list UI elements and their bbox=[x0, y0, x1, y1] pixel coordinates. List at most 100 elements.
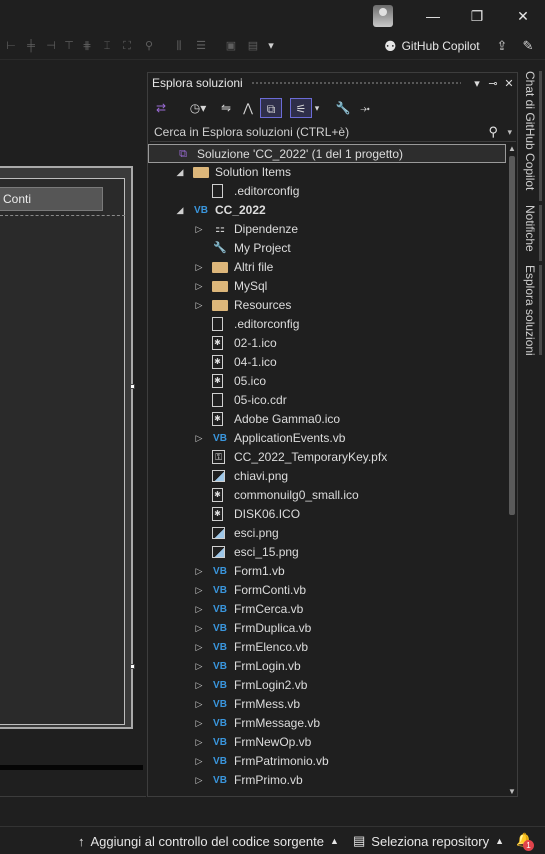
tree-item[interactable]: ▷ VB FrmNewOp.vb bbox=[148, 733, 506, 752]
tree-item[interactable]: 05-ico.cdr bbox=[148, 391, 506, 410]
tree-item[interactable]: ✱ commonuilg0_small.ico bbox=[148, 486, 506, 505]
tree-item[interactable]: ✱ 05.ico bbox=[148, 372, 506, 391]
collapsed-arrow-icon[interactable]: ▷ bbox=[194, 562, 204, 581]
spacing-horizontal-icon[interactable]: ⫼ bbox=[172, 39, 186, 53]
tree-item[interactable]: ▷ Resources bbox=[148, 296, 506, 315]
collapsed-arrow-icon[interactable]: ▷ bbox=[194, 714, 204, 733]
tree-item[interactable]: ▷ VB FrmDuplica.vb bbox=[148, 619, 506, 638]
search-input[interactable]: Cerca in Esplora soluzioni (CTRL+è) bbox=[154, 125, 349, 139]
add-to-source-control-button[interactable]: ↑ Aggiungi al controllo del codice sorge… bbox=[78, 833, 339, 849]
tab-notifiche[interactable]: Notifiche bbox=[523, 205, 537, 252]
switch-views-icon[interactable]: ⇄ bbox=[152, 98, 170, 118]
scroll-down-icon[interactable]: ▼ bbox=[507, 787, 517, 796]
editor-scrollbar-track[interactable] bbox=[0, 765, 143, 770]
tree-item[interactable]: ▷ ⚏ Dipendenze bbox=[148, 220, 506, 239]
pin-icon[interactable]: ⊸ bbox=[485, 77, 501, 90]
tree-item[interactable]: ▷ MySql bbox=[148, 277, 506, 296]
feedback-icon[interactable]: ✎ bbox=[520, 38, 536, 54]
tree-item[interactable]: ▷ VB ApplicationEvents.vb bbox=[148, 429, 506, 448]
form-surface[interactable]: Conti bbox=[0, 178, 125, 725]
tree-item[interactable]: .editorconfig bbox=[148, 315, 506, 334]
search-options-icon[interactable]: ▾ bbox=[507, 122, 512, 142]
bring-to-front-icon[interactable]: ▣ bbox=[224, 39, 238, 53]
collapsed-arrow-icon[interactable]: ▷ bbox=[194, 258, 204, 277]
tree-item[interactable]: .editorconfig bbox=[148, 182, 506, 201]
show-all-files-icon[interactable]: ⧉ bbox=[260, 98, 282, 118]
collapsed-arrow-icon[interactable]: ▷ bbox=[194, 600, 204, 619]
collapsed-arrow-icon[interactable]: ▷ bbox=[194, 676, 204, 695]
tree-item[interactable]: ▷ VB FrmLogin.vb bbox=[148, 657, 506, 676]
collapse-all-icon[interactable]: ⋀ bbox=[240, 98, 256, 118]
align-right-icon[interactable]: ⊣ bbox=[44, 39, 58, 53]
scrollbar-thumb[interactable] bbox=[509, 156, 515, 515]
tree-item[interactable]: 🔧 My Project bbox=[148, 239, 506, 258]
account-avatar[interactable] bbox=[373, 5, 393, 27]
tree-item[interactable]: ▷ VB FrmLogin2.vb bbox=[148, 676, 506, 695]
tab-github-copilot-chat[interactable]: Chat di GitHub Copilot bbox=[523, 71, 537, 190]
drag-grip[interactable] bbox=[250, 80, 461, 86]
tree-item[interactable]: ▷ VB FrmPatrimonio.vb bbox=[148, 752, 506, 771]
tree-item[interactable]: ◢ Solution Items bbox=[148, 163, 506, 182]
form-designer-window[interactable]: Conti bbox=[0, 166, 133, 729]
zoom-icon[interactable]: ⚲ bbox=[142, 39, 156, 53]
collapsed-arrow-icon[interactable]: ▷ bbox=[194, 581, 204, 600]
collapsed-arrow-icon[interactable]: ▷ bbox=[194, 733, 204, 752]
tree-item[interactable]: ⧉ Soluzione 'CC_2022' (1 del 1 progetto) bbox=[148, 144, 506, 163]
scroll-up-icon[interactable]: ▲ bbox=[507, 144, 517, 153]
tree-item[interactable]: ▷ VB FrmCerca.vb bbox=[148, 600, 506, 619]
github-copilot-button[interactable]: ⚉ GitHub Copilot bbox=[384, 37, 480, 55]
filter-icon[interactable]: ⚟ bbox=[290, 98, 312, 118]
align-middle-icon[interactable]: ⋕ bbox=[80, 39, 94, 53]
tree-item[interactable]: ✱ Adobe Gamma0.ico bbox=[148, 410, 506, 429]
align-left-icon[interactable]: ⊢ bbox=[4, 39, 18, 53]
tree-item[interactable]: esci_15.png bbox=[148, 543, 506, 562]
collapsed-arrow-icon[interactable]: ▷ bbox=[194, 619, 204, 638]
sync-with-document-icon[interactable]: ⇋ bbox=[218, 98, 234, 118]
window-options-icon[interactable]: ▾ bbox=[469, 77, 485, 90]
tree-item[interactable]: ⚿ CC_2022_TemporaryKey.pfx bbox=[148, 448, 506, 467]
tree-scrollbar[interactable]: ▲ ▼ bbox=[507, 144, 517, 796]
toolbar-overflow-icon[interactable]: ▾ bbox=[264, 39, 278, 53]
pending-changes-icon[interactable]: ◷▾ bbox=[184, 98, 212, 118]
solution-explorer-search[interactable]: Cerca in Esplora soluzioni (CTRL+è) ⚲ ▾ bbox=[150, 122, 516, 142]
tree-item[interactable]: ✱ 04-1.ico bbox=[148, 353, 506, 372]
filter-dropdown-icon[interactable]: ▾ bbox=[312, 98, 322, 118]
search-icon[interactable]: ⚲ bbox=[488, 122, 498, 142]
size-to-grid-icon[interactable]: ⛶ bbox=[120, 39, 134, 53]
expanded-arrow-icon[interactable]: ◢ bbox=[175, 163, 185, 182]
send-to-back-icon[interactable]: ▤ bbox=[246, 39, 260, 53]
tree-item[interactable]: ▷ VB FrmMess.vb bbox=[148, 695, 506, 714]
preview-icon[interactable]: ⤞ bbox=[356, 98, 374, 118]
tree-item[interactable]: ✱ 02-1.ico bbox=[148, 334, 506, 353]
collapsed-arrow-icon[interactable]: ▷ bbox=[194, 695, 204, 714]
collapsed-arrow-icon[interactable]: ▷ bbox=[194, 752, 204, 771]
expanded-arrow-icon[interactable]: ◢ bbox=[175, 201, 185, 220]
collapsed-arrow-icon[interactable]: ▷ bbox=[194, 296, 204, 315]
align-center-icon[interactable]: ╪ bbox=[24, 39, 38, 53]
collapsed-arrow-icon[interactable]: ▷ bbox=[194, 638, 204, 657]
tree-item[interactable]: ▷ VB FormConti.vb bbox=[148, 581, 506, 600]
collapsed-arrow-icon[interactable]: ▷ bbox=[194, 429, 204, 448]
collapsed-arrow-icon[interactable]: ▷ bbox=[194, 657, 204, 676]
collapsed-arrow-icon[interactable]: ▷ bbox=[194, 771, 204, 790]
tree-item[interactable]: ▷ VB FrmMessage.vb bbox=[148, 714, 506, 733]
tree-item[interactable]: ◢ VB CC_2022 bbox=[148, 201, 506, 220]
tree-item[interactable]: ▷ VB FrmPrimo.vb bbox=[148, 771, 506, 790]
tree-item[interactable]: chiavi.png bbox=[148, 467, 506, 486]
minimize-button[interactable]: — bbox=[423, 6, 443, 26]
tab-esplora-soluzioni[interactable]: Esplora soluzioni bbox=[523, 265, 537, 356]
spacing-vertical-icon[interactable]: ☰ bbox=[194, 39, 208, 53]
tree-item[interactable]: ▷ VB Form1.vb bbox=[148, 562, 506, 581]
properties-icon[interactable]: 🔧 bbox=[334, 98, 352, 118]
close-panel-icon[interactable]: ✕ bbox=[501, 77, 517, 90]
tree-item[interactable]: ✱ DISK06.ICO bbox=[148, 505, 506, 524]
conti-control[interactable]: Conti bbox=[0, 187, 103, 211]
collapsed-arrow-icon[interactable]: ▷ bbox=[194, 277, 204, 296]
align-top-icon[interactable]: ⊤ bbox=[62, 39, 76, 53]
tree-item[interactable]: esci.png bbox=[148, 524, 506, 543]
tree-item[interactable]: ▷ Altri file bbox=[148, 258, 506, 277]
collapsed-arrow-icon[interactable]: ▷ bbox=[194, 220, 204, 239]
resize-handle-right[interactable] bbox=[130, 384, 135, 389]
select-repository-button[interactable]: ▤ Seleziona repository ▲ bbox=[353, 833, 504, 849]
restore-button[interactable]: ❐ bbox=[467, 6, 487, 26]
